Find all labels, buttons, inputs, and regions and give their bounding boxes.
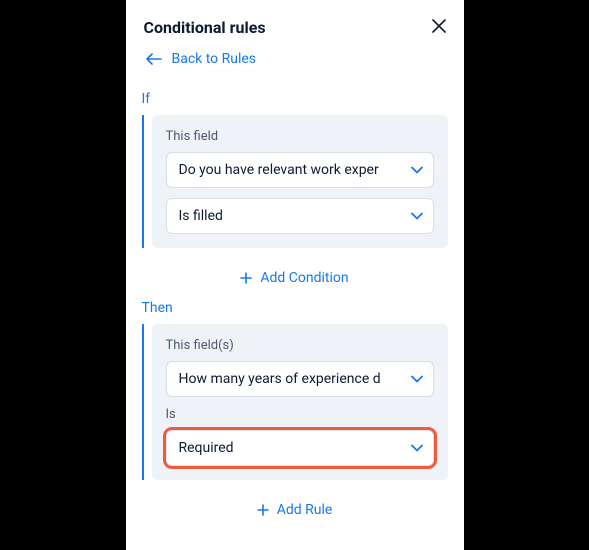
- if-operator-select[interactable]: Is filled: [166, 198, 434, 234]
- if-section-label: If: [142, 91, 448, 107]
- add-condition-label: Add Condition: [260, 270, 348, 286]
- panel-title: Conditional rules: [144, 18, 266, 37]
- conditional-rules-panel: Conditional rules Back to Rules If This …: [126, 0, 464, 550]
- chevron-down-icon: [411, 444, 423, 452]
- then-is-select[interactable]: Required: [166, 430, 434, 466]
- chevron-down-icon: [411, 166, 423, 174]
- then-is-select-value: Required: [179, 440, 234, 456]
- chevron-down-icon: [411, 212, 423, 220]
- chevron-down-icon: [411, 375, 423, 383]
- if-field-select[interactable]: Do you have relevant work exper: [166, 152, 434, 188]
- close-button[interactable]: [432, 19, 446, 37]
- then-bar: [142, 324, 144, 480]
- panel-header: Conditional rules: [142, 18, 448, 37]
- add-rule-button[interactable]: Add Rule: [142, 490, 448, 532]
- add-rule-label: Add Rule: [277, 502, 333, 518]
- then-section-label: Then: [142, 300, 448, 316]
- if-bar: [142, 115, 144, 248]
- plus-icon: [257, 504, 269, 516]
- arrow-left-icon: [146, 53, 162, 65]
- if-block: This field Do you have relevant work exp…: [142, 115, 448, 248]
- then-block: This field(s) How many years of experien…: [142, 324, 448, 480]
- if-field-select-value: Do you have relevant work exper: [179, 162, 379, 178]
- close-icon: [432, 19, 446, 33]
- if-card: This field Do you have relevant work exp…: [152, 115, 448, 248]
- add-condition-button[interactable]: Add Condition: [142, 258, 448, 300]
- back-to-rules-link[interactable]: Back to Rules: [142, 51, 448, 67]
- then-field-select[interactable]: How many years of experience d: [166, 361, 434, 397]
- then-is-label: Is: [166, 407, 434, 422]
- then-card: This field(s) How many years of experien…: [152, 324, 448, 480]
- then-this-fields-label: This field(s): [166, 338, 434, 353]
- then-field-select-value: How many years of experience d: [179, 371, 381, 387]
- if-operator-select-value: Is filled: [179, 208, 223, 224]
- if-this-field-label: This field: [166, 129, 434, 144]
- back-label: Back to Rules: [172, 51, 257, 67]
- then-is-select-highlight: Required: [166, 430, 434, 466]
- plus-icon: [240, 272, 252, 284]
